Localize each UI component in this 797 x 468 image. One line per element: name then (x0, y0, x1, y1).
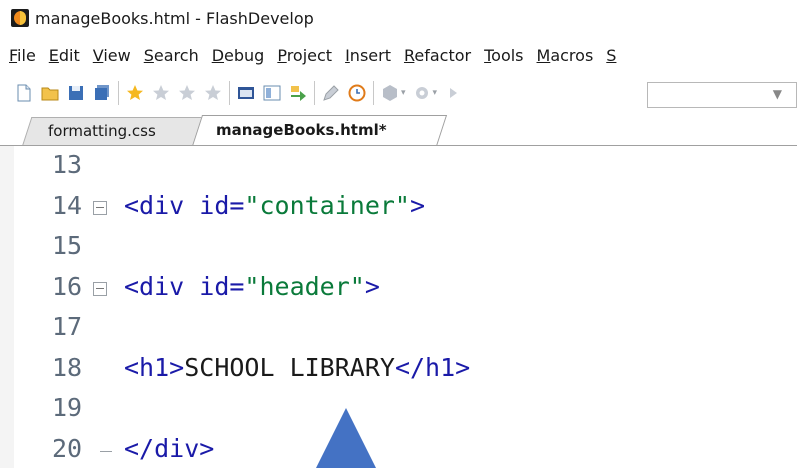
toolbar-combo-box[interactable]: ▼ (647, 82, 797, 108)
code-token: </h1> (394, 352, 471, 382)
menu-mnemonic: R (403, 45, 415, 65)
menu-item-debug[interactable]: Debug (212, 46, 265, 65)
code-line[interactable]: <div id="header"> (124, 272, 380, 301)
code-line[interactable]: <h1>SCHOOL LIBRARY</h1> (124, 353, 470, 382)
fold-toggle-icon[interactable] (93, 281, 107, 296)
menu-item-project[interactable]: Project (277, 46, 332, 65)
line-number: 14 (52, 190, 83, 220)
save-all-icon[interactable] (92, 83, 112, 103)
menu-item-edit[interactable]: Edit (49, 46, 80, 65)
menu-item-refactor[interactable]: Refactor (404, 46, 471, 65)
tab-label[interactable]: formatting.css (48, 122, 156, 140)
menu-label-rest: ile (17, 45, 36, 65)
menu-item-file[interactable]: File (9, 46, 36, 65)
menu-item-tools[interactable]: Tools (484, 46, 523, 65)
star-add-icon[interactable] (125, 83, 145, 103)
code-token: SCHOOL LIBRARY (184, 352, 395, 382)
code-token: "header" (244, 271, 365, 301)
toolbar-separator (118, 81, 119, 105)
new-file-icon[interactable] (14, 83, 34, 103)
clock-icon[interactable] (347, 83, 367, 103)
line-number: 13 (52, 150, 83, 179)
code-token: > (410, 190, 426, 220)
code-line[interactable]: </div> (124, 434, 214, 463)
menu-item-s[interactable]: S (606, 46, 616, 65)
window-title: manageBooks.html - FlashDevelop (35, 8, 314, 28)
title-bar: manageBooks.html - FlashDevelop (0, 0, 797, 36)
line-number: 18 (52, 352, 83, 382)
settings-icon[interactable] (412, 83, 432, 103)
chevron-down-icon[interactable]: ▾ (401, 88, 406, 98)
code-token: > (364, 271, 380, 301)
fold-end-marker (100, 450, 112, 452)
code-token: id= (199, 190, 245, 220)
star-icon[interactable] (151, 83, 171, 103)
panel-icon[interactable] (236, 83, 256, 103)
open-folder-icon[interactable] (40, 83, 60, 103)
menu-mnemonic: F (9, 45, 18, 65)
pen-icon[interactable] (321, 83, 341, 103)
menu-label-rest: dit (58, 45, 80, 65)
menu-mnemonic: D (211, 45, 225, 65)
menu-item-view[interactable]: View (93, 46, 131, 65)
chevron-down-icon[interactable]: ▼ (773, 87, 782, 101)
line-number: 15 (52, 231, 83, 260)
play-icon[interactable] (443, 83, 463, 103)
chevron-down-icon[interactable]: ▾ (433, 88, 438, 98)
code-token: </div> (124, 433, 215, 463)
code-token: "container" (244, 190, 410, 220)
menu-item-macros[interactable]: Macros (537, 46, 594, 65)
toolbar-separator (229, 81, 230, 105)
star-icon[interactable] (203, 83, 223, 103)
document-tab-strip: formatting.css manageBooks.html* (0, 114, 797, 146)
menu-mnemonic: P (277, 45, 287, 65)
panel-alt-icon[interactable] (262, 83, 282, 103)
code-token: id= (199, 271, 245, 301)
toolbar-separator (314, 81, 315, 105)
menu-mnemonic: E (48, 45, 59, 65)
toolbar-separator (373, 81, 374, 105)
menu-bar: File Edit View Search Debug Project Insert Refa… (0, 40, 797, 70)
menu-label-rest: iew (103, 45, 131, 65)
build-icon[interactable] (380, 83, 400, 103)
annotation-arrow-shape (316, 408, 376, 468)
menu-label-rest: nsert (349, 45, 391, 65)
menu-item-insert[interactable]: Insert (345, 46, 391, 65)
editor-margin (0, 146, 14, 468)
menu-item-search[interactable]: Search (144, 46, 199, 65)
code-token: <div (124, 271, 200, 301)
menu-mnemonic: V (92, 45, 104, 65)
code-line[interactable]: <div id="container"> (124, 191, 425, 220)
menu-label-rest: acros (550, 45, 594, 65)
fold-toggle-icon[interactable] (93, 200, 107, 215)
star-icon[interactable] (177, 83, 197, 103)
line-number: 20 (52, 433, 83, 463)
menu-mnemonic: S (606, 45, 617, 65)
tab-label[interactable]: manageBooks.html* (216, 121, 387, 139)
menu-mnemonic: M (536, 45, 551, 65)
menu-label-rest: ebug (224, 45, 265, 65)
line-number: 17 (52, 312, 83, 341)
menu-label-rest: efactor (414, 45, 472, 65)
menu-label-rest: earch (153, 45, 199, 65)
line-number: 16 (52, 271, 83, 301)
menu-label-rest: roject (286, 45, 333, 65)
flashdevelop-icon[interactable] (11, 9, 29, 27)
menu-label-rest: ools (491, 45, 524, 65)
line-number: 19 (52, 393, 83, 422)
save-icon[interactable] (66, 83, 86, 103)
code-token: <h1> (124, 352, 185, 382)
arrow-right-icon[interactable] (288, 83, 308, 103)
menu-mnemonic: S (143, 45, 154, 65)
code-token: <div (124, 190, 200, 220)
